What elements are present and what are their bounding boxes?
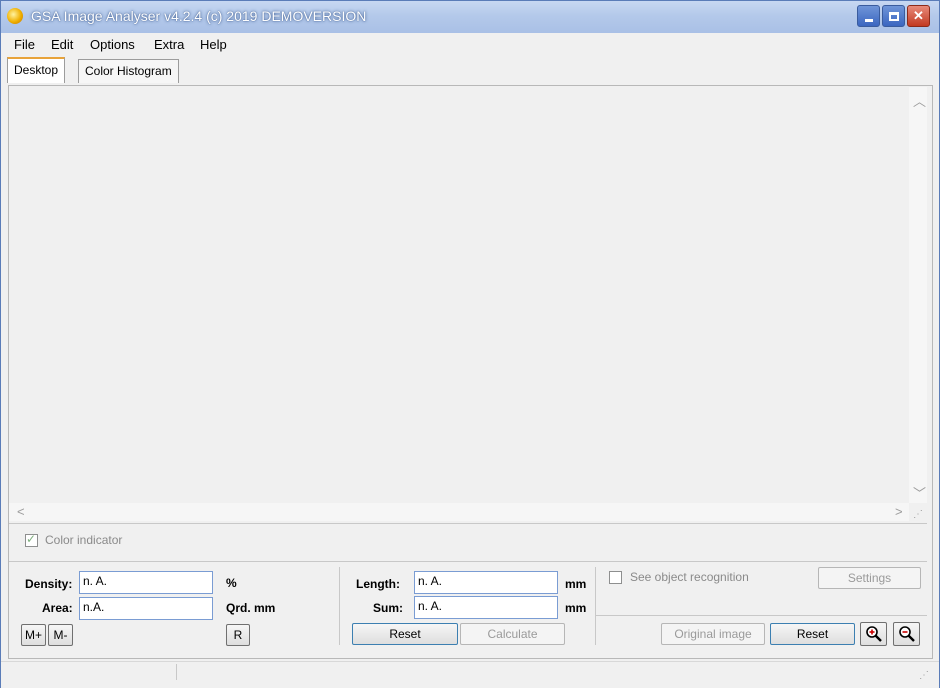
status-resize-grip-icon[interactable]: ⋰ xyxy=(919,670,929,681)
scroll-left-icon[interactable]: < xyxy=(17,504,25,519)
horizontal-scrollbar[interactable]: < > xyxy=(9,503,909,521)
length-field[interactable]: n. A. xyxy=(414,571,558,594)
sum-label: Sum: xyxy=(373,601,403,615)
status-bar: ⋰ xyxy=(1,661,939,688)
menu-extra[interactable]: Extra xyxy=(154,37,184,52)
divider xyxy=(339,567,340,645)
close-button[interactable]: ✕ xyxy=(907,5,930,27)
title-bar[interactable]: GSA Image Analyser v4.2.4 (c) 2019 DEMOV… xyxy=(1,1,939,33)
tab-color-histogram[interactable]: Color Histogram xyxy=(78,59,179,83)
density-field[interactable]: n. A. xyxy=(79,571,213,594)
divider xyxy=(595,567,596,645)
maximize-button[interactable] xyxy=(882,5,905,27)
image-canvas[interactable] xyxy=(9,87,909,503)
app-window: GSA Image Analyser v4.2.4 (c) 2019 DEMOV… xyxy=(0,0,940,688)
menu-edit[interactable]: Edit xyxy=(51,37,73,52)
area-field[interactable]: n.A. xyxy=(79,597,213,620)
scroll-down-icon[interactable]: ﹀ xyxy=(913,483,926,502)
settings-button[interactable]: Settings xyxy=(818,567,921,589)
length-label: Length: xyxy=(356,577,400,591)
sun-app-icon xyxy=(7,8,23,24)
calculate-button[interactable]: Calculate xyxy=(460,623,565,645)
memory-minus-button[interactable]: M- xyxy=(48,624,73,646)
status-divider xyxy=(176,664,177,680)
divider xyxy=(596,615,927,616)
zoom-in-icon xyxy=(865,626,882,642)
area-unit: Qrd. mm xyxy=(226,601,276,615)
vertical-scrollbar[interactable]: ︿ ﹀ xyxy=(909,87,927,503)
reset-measure-button[interactable]: Reset xyxy=(352,623,458,645)
see-object-recognition-label: See object recognition xyxy=(630,570,749,584)
minimize-button[interactable] xyxy=(857,5,880,27)
see-object-recognition-checkbox[interactable] xyxy=(609,571,622,584)
scroll-right-icon[interactable]: > xyxy=(895,504,903,519)
zoom-out-button[interactable] xyxy=(893,622,920,646)
sum-field[interactable]: n. A. xyxy=(414,596,558,619)
divider xyxy=(9,523,927,524)
resize-grip-icon: ⋰ xyxy=(913,509,923,520)
menu-help[interactable]: Help xyxy=(200,37,227,52)
close-icon: ✕ xyxy=(913,8,924,23)
original-image-button[interactable]: Original image xyxy=(661,623,765,645)
density-label: Density: xyxy=(25,577,73,591)
zoom-out-icon xyxy=(898,626,915,642)
menu-options[interactable]: Options xyxy=(90,37,135,52)
r-button[interactable]: R xyxy=(226,624,250,646)
sum-unit: mm xyxy=(565,601,587,615)
length-unit: mm xyxy=(565,577,587,591)
window-title: GSA Image Analyser v4.2.4 (c) 2019 DEMOV… xyxy=(31,8,367,24)
maximize-icon xyxy=(888,11,899,21)
area-label: Area: xyxy=(42,601,73,615)
memory-plus-button[interactable]: M+ xyxy=(21,624,46,646)
menu-file[interactable]: File xyxy=(14,37,35,52)
color-indicator-checkbox[interactable] xyxy=(25,532,38,547)
minimize-icon xyxy=(864,18,873,22)
density-unit: % xyxy=(226,576,237,590)
tab-desktop[interactable]: Desktop xyxy=(7,57,66,83)
color-indicator-label: Color indicator xyxy=(45,533,123,547)
scroll-up-icon[interactable]: ︿ xyxy=(913,91,926,110)
reset-view-button[interactable]: Reset xyxy=(770,623,855,645)
zoom-in-button[interactable] xyxy=(860,622,887,646)
menu-bar: File Edit Options Extra Help xyxy=(1,33,939,55)
divider xyxy=(9,561,927,562)
